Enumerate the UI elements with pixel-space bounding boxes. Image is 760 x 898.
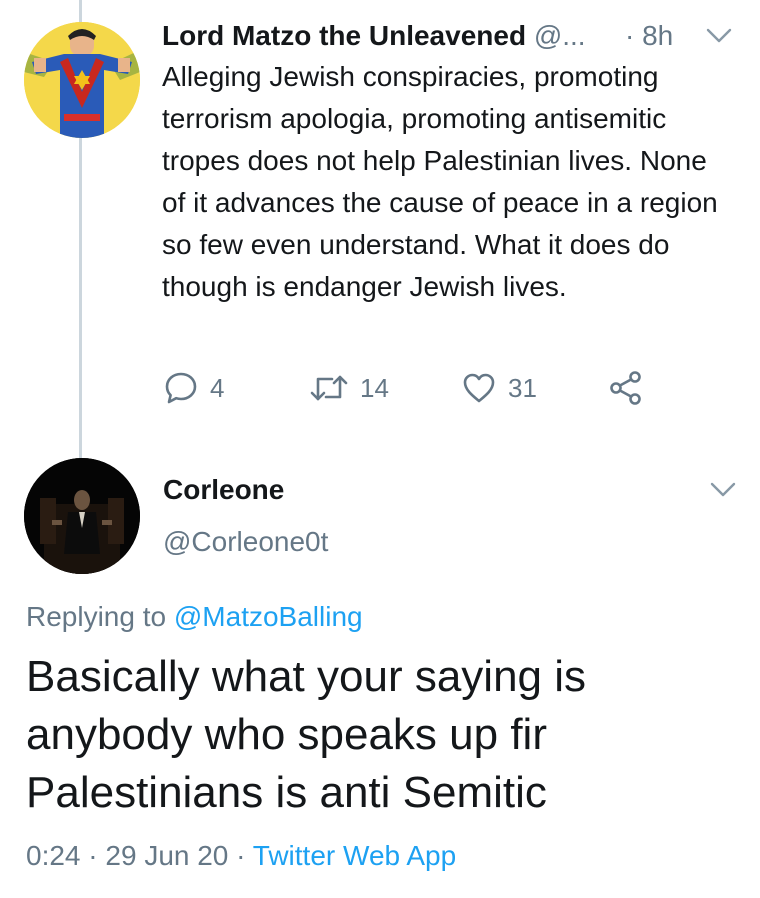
reply-button[interactable]: 4 — [164, 366, 224, 410]
like-button[interactable]: 31 — [462, 366, 537, 410]
avatar-lord-matzo[interactable] — [24, 22, 140, 138]
tweet1-timestamp[interactable]: · 8h — [625, 16, 673, 56]
replying-to-label: Replying to — [26, 601, 167, 632]
like-count: 31 — [508, 372, 537, 403]
retweet-button[interactable]: 14 — [310, 366, 389, 410]
godfather-avatar-image — [24, 458, 140, 574]
tweet2-date[interactable]: 29 Jun 20 — [105, 840, 228, 871]
replying-to-line: Replying to @MatzoBalling — [26, 597, 363, 637]
tweet1-handle[interactable]: @... — [534, 20, 586, 51]
reply-count: 4 — [210, 372, 225, 403]
tweet2-source-link[interactable]: Twitter Web App — [253, 840, 456, 871]
tweet1-header: Lord Matzo the Unleavened @... · 8h — [162, 16, 742, 56]
chevron-down-icon[interactable] — [706, 28, 732, 44]
share-icon — [610, 371, 641, 405]
share-button[interactable] — [608, 366, 644, 410]
like-icon — [463, 373, 495, 403]
tweet2-time[interactable]: 0:24 — [26, 840, 81, 871]
superhero-avatar-image — [24, 22, 140, 138]
reply-icon — [165, 372, 197, 404]
retweet-count: 14 — [360, 372, 389, 403]
chevron-down-icon[interactable] — [710, 482, 736, 498]
tweet2-display-name[interactable]: Corleone — [163, 470, 284, 510]
replying-to-mention-link[interactable]: @MatzoBalling — [174, 601, 363, 632]
tweet1-action-bar: 4 14 31 — [160, 366, 680, 410]
tweet2-text: Basically what your saying is anybody wh… — [26, 652, 587, 817]
avatar-corleone[interactable] — [24, 458, 140, 574]
tweet1-text: Alleging Jewish conspiracies, promoting … — [162, 61, 718, 302]
tweet2-metadata: 0:24 · 29 Jun 20 · Twitter Web App — [26, 836, 456, 876]
meta-separator: · — [88, 840, 98, 871]
tweet1-display-name[interactable]: Lord Matzo the Unleavened — [162, 20, 526, 51]
retweet-icon — [310, 375, 348, 401]
meta-separator: · — [236, 840, 246, 871]
tweet2-handle[interactable]: @Corleone0t — [163, 522, 328, 562]
